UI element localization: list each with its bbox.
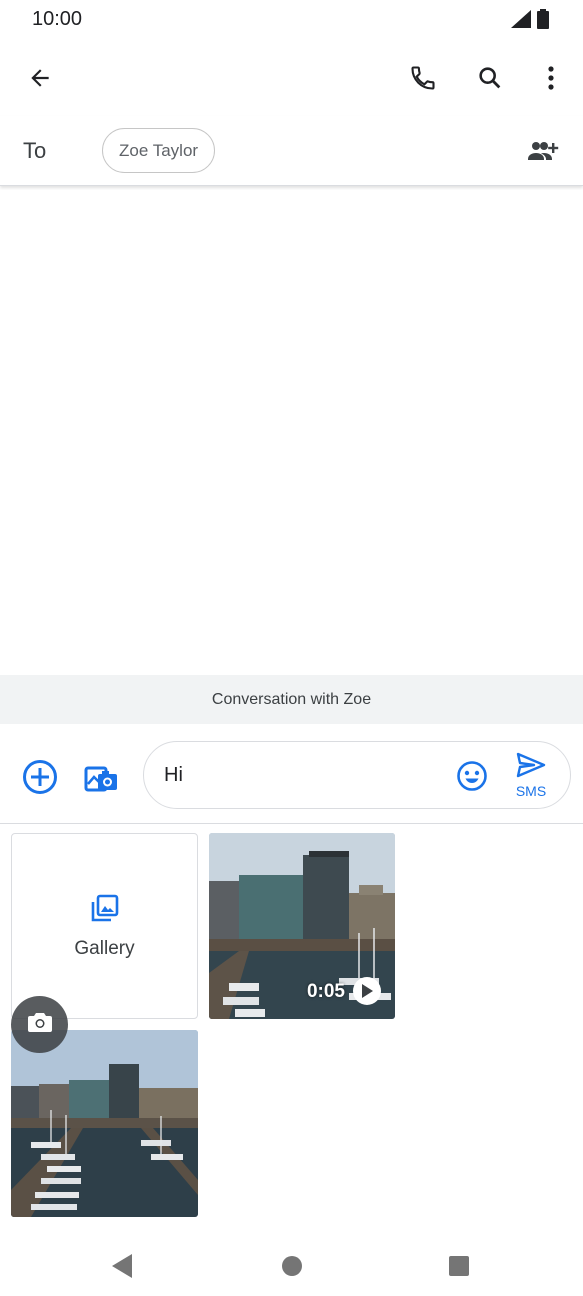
conversation-label: Conversation with Zoe: [211, 690, 372, 708]
message-input[interactable]: Hi SMS: [143, 741, 571, 809]
compose-bar: Hi SMS: [0, 724, 583, 824]
camera-icon: [27, 1011, 52, 1038]
status-time: 10:00: [32, 8, 83, 30]
send-button[interactable]: SMS: [508, 752, 554, 802]
gallery-tile[interactable]: Gallery: [11, 833, 198, 1019]
emoji-icon[interactable]: [454, 758, 490, 794]
search-icon[interactable]: [466, 54, 514, 102]
media-picker: Gallery 0:05: [0, 825, 583, 1235]
recipient-chip-name: Zoe Taylor: [119, 140, 199, 160]
app-bar: [0, 40, 583, 116]
send-icon: [516, 752, 546, 783]
phone-icon[interactable]: [399, 54, 447, 102]
message-input-text: Hi: [164, 764, 183, 786]
system-nav-bar: [0, 1235, 583, 1296]
message-list: [0, 190, 583, 675]
status-bar: 10:00: [0, 0, 583, 40]
video-thumbnail[interactable]: 0:05: [209, 833, 395, 1019]
video-duration: 0:05: [306, 981, 345, 1002]
more-vert-icon[interactable]: [527, 54, 575, 102]
nav-recents-icon[interactable]: [442, 1249, 476, 1283]
gallery-label: Gallery: [74, 937, 135, 959]
camera-button[interactable]: [11, 996, 68, 1053]
to-label: To: [23, 138, 47, 163]
status-icons: [511, 9, 549, 34]
recipient-chip[interactable]: Zoe Taylor: [102, 128, 216, 173]
recipient-row: To Zoe Taylor: [0, 116, 583, 186]
nav-back-icon[interactable]: [105, 1249, 139, 1283]
add-circle-icon[interactable]: [16, 753, 64, 801]
play-icon: [353, 977, 381, 1005]
gallery-icon: [90, 893, 120, 928]
battery-icon: [537, 9, 549, 34]
gallery-camera-icon[interactable]: [76, 753, 124, 801]
photo-thumbnail[interactable]: [11, 1030, 198, 1217]
add-contact-icon[interactable]: [519, 127, 567, 175]
send-label: SMS: [515, 783, 547, 799]
nav-home-icon[interactable]: [275, 1249, 309, 1283]
signal-icon: [511, 10, 531, 33]
conversation-banner: Conversation with Zoe: [0, 675, 583, 724]
back-arrow-icon[interactable]: [16, 54, 64, 102]
